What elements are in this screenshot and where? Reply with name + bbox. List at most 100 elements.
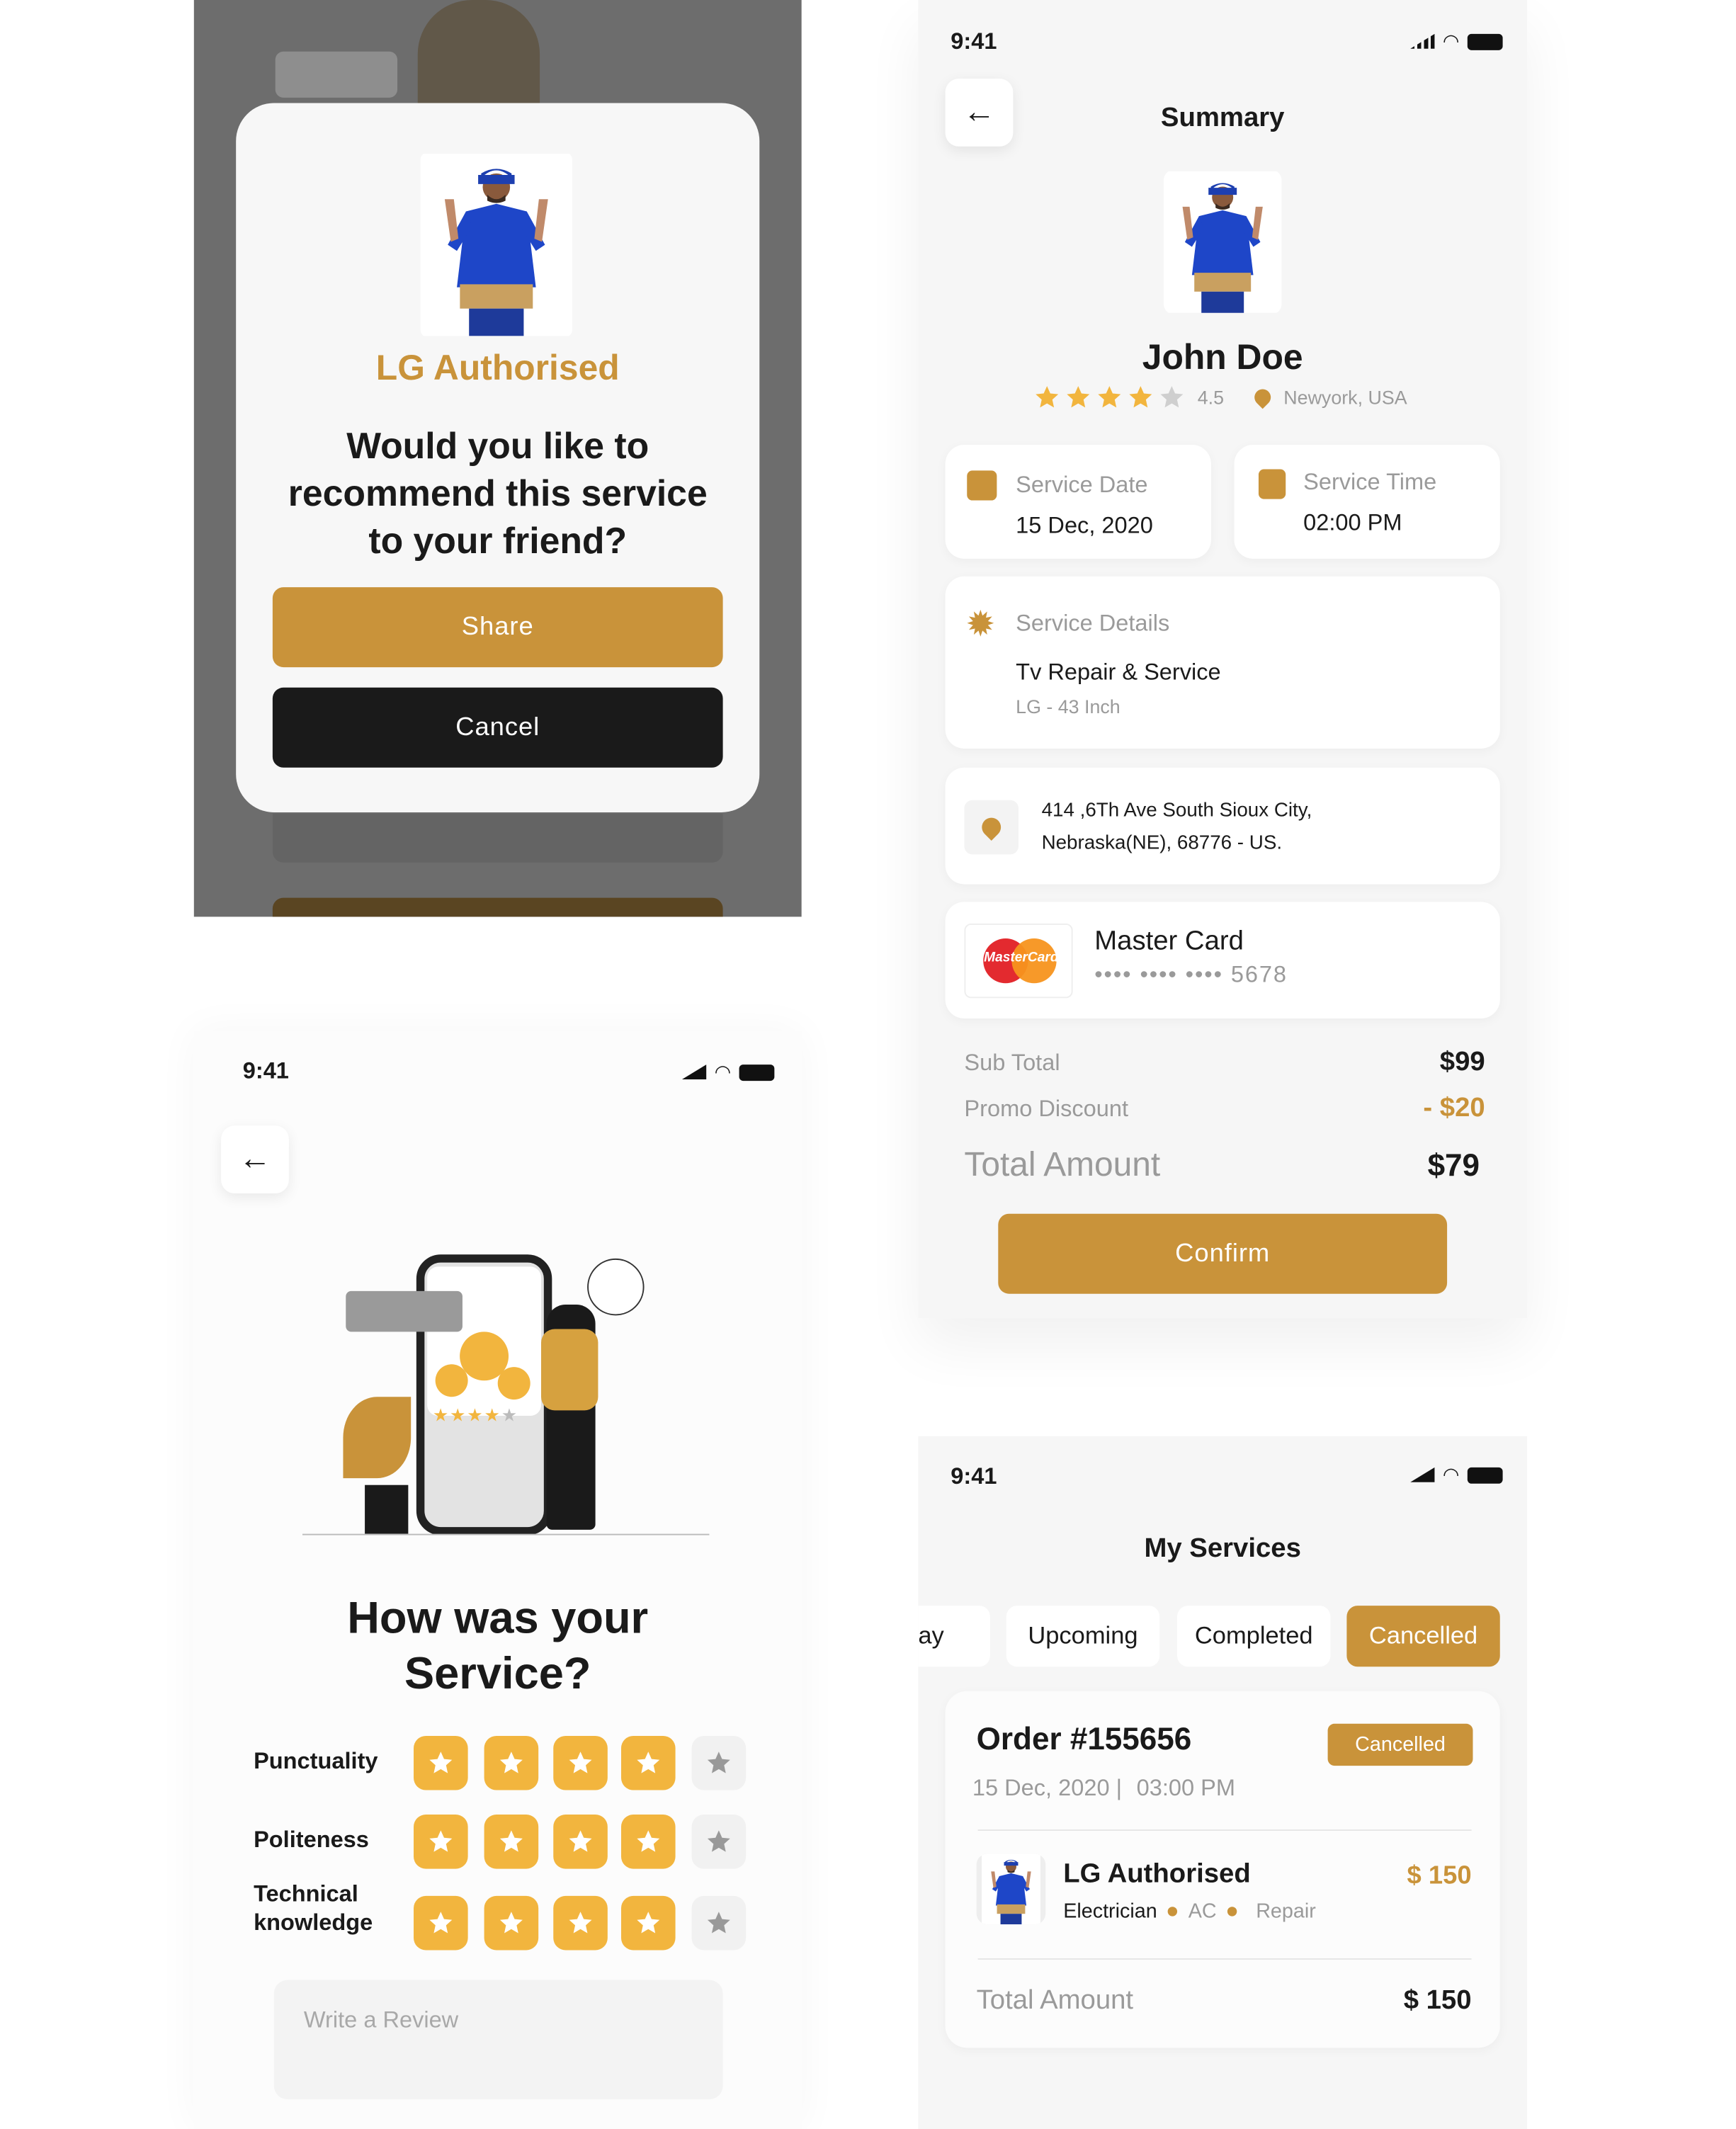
payment-card[interactable]: MasterCard Master Card •••• •••• •••• 56… (945, 902, 1500, 1019)
star-icon (427, 1909, 454, 1936)
recommend-modal: LG Authorised Would you like to recommen… (236, 103, 760, 812)
star-icon (705, 1749, 732, 1776)
rating-row: 4.5 Newyork, USA (1033, 384, 1407, 411)
promo-discount: - $20 (1423, 1093, 1485, 1123)
signal-icon (1409, 33, 1435, 49)
gear-icon: ✹ (965, 603, 996, 645)
recommend-screen: LG Authorised Would you like to recommen… (193, 0, 802, 917)
rating-star-button[interactable] (691, 1815, 747, 1869)
star-icon (427, 1749, 454, 1776)
total-amount: $79 (1427, 1147, 1480, 1183)
star-icon (1096, 384, 1123, 411)
rating-star-button[interactable] (553, 1895, 608, 1951)
rating-star-button[interactable] (691, 1735, 747, 1790)
rating-star-button[interactable] (484, 1895, 539, 1951)
card-number: •••• •••• •••• 5678 (1094, 961, 1288, 987)
provider-name: John Doe (1142, 336, 1303, 377)
location-pin-icon (1252, 385, 1275, 409)
review-input[interactable]: Write a Review (273, 1980, 723, 2100)
cancel-button[interactable]: Cancel (272, 687, 723, 768)
background-strip (272, 813, 723, 863)
order-card[interactable]: Order #155656 Cancelled 15 Dec, 2020 | 0… (945, 1691, 1500, 2048)
background-illustration (275, 51, 398, 98)
star-icon (635, 1749, 662, 1776)
rating-star-button[interactable] (484, 1815, 539, 1869)
rating-star-button[interactable] (484, 1735, 539, 1790)
address-card: 414 ,6Th Ave South Sioux City, Nebraska(… (945, 767, 1500, 885)
rating-star-button[interactable] (691, 1895, 747, 1951)
status-icons: ◠ (1409, 30, 1503, 53)
criterion-label: Technical knowledge (254, 1880, 373, 1936)
tab-completed[interactable]: Completed (1177, 1606, 1331, 1667)
status-icons: ◠ (1409, 1463, 1503, 1487)
recommend-question: Would you like to recommend this service… (288, 426, 708, 562)
tab-today[interactable]: ay (918, 1606, 990, 1667)
status-time: 9:41 (951, 1463, 997, 1489)
promo-label: Promo Discount (964, 1096, 1128, 1122)
order-price: $ 150 (1407, 1862, 1472, 1891)
wifi-icon: ◠ (714, 1060, 732, 1083)
total-label: Total Amount (976, 1985, 1134, 2016)
star-icon (635, 1828, 662, 1855)
star-icon (567, 1828, 594, 1855)
rating-star-button[interactable] (620, 1735, 676, 1790)
service-details-card: ✹ Service Details Tv Repair & Service LG… (945, 576, 1500, 749)
rating-star-button[interactable] (553, 1815, 608, 1869)
feedback-illustration: ★★★★★ (302, 1248, 710, 1540)
total-label: Total Amount (964, 1146, 1161, 1184)
rating-star-button[interactable] (553, 1735, 608, 1790)
sub-total-label: Sub Total (964, 1050, 1060, 1076)
rating-star-button[interactable] (620, 1895, 676, 1951)
star-icon (705, 1909, 732, 1936)
mastercard-logo: MasterCard (964, 923, 1073, 999)
total-amount: $ 150 (1403, 1985, 1472, 2016)
star-icon (1033, 384, 1060, 411)
location-icon-box (964, 800, 1019, 855)
provider-photo (1164, 169, 1282, 314)
service-time-card: Service Time 02:00 PM (1234, 445, 1500, 559)
location-pin-icon (977, 814, 1005, 841)
rating-star-button[interactable] (620, 1815, 676, 1869)
star-icon (498, 1749, 525, 1776)
divider (977, 1829, 1472, 1831)
star-icon (1065, 384, 1091, 411)
star-icon (635, 1909, 662, 1936)
review-placeholder: Write a Review (303, 2006, 459, 2033)
service-time-label: Service Time (1303, 469, 1437, 495)
feedback-screen: 9:41 ◠ ← ★★★★★ How was your Service? Pun… (193, 1031, 802, 2129)
battery-icon (1467, 33, 1503, 50)
share-button[interactable]: Share (272, 587, 723, 668)
arrow-left-icon: ← (239, 1140, 271, 1178)
summary-screen: 9:41 ◠ ← Summary John Doe 4.5 Newyork, U… (918, 0, 1528, 1319)
feedback-title: How was your Service? (347, 1591, 649, 1698)
star-icon (427, 1828, 454, 1855)
dot-icon (1227, 1907, 1237, 1917)
tab-upcoming[interactable]: Upcoming (1006, 1606, 1160, 1667)
location: Newyork, USA (1283, 386, 1407, 409)
star-icon (567, 1909, 594, 1936)
order-status-badge: Cancelled (1327, 1723, 1473, 1766)
provider-name: LG Authorised (1063, 1859, 1251, 1890)
star-icon (498, 1828, 525, 1855)
battery-icon (739, 1064, 775, 1081)
dot-icon (1168, 1907, 1178, 1917)
rating-value: 4.5 (1197, 386, 1225, 409)
battery-icon (1467, 1466, 1503, 1483)
confirm-button[interactable]: Confirm (998, 1213, 1448, 1294)
back-button[interactable]: ← (221, 1125, 289, 1194)
service-time: 02:00 PM (1303, 509, 1402, 536)
sub-total: $99 (1439, 1047, 1485, 1077)
star-icon (705, 1828, 732, 1855)
background-button (272, 897, 723, 917)
rating-star-button[interactable] (414, 1735, 468, 1790)
rating-star-button[interactable] (414, 1895, 468, 1951)
provider-brand: LG Authorised (375, 347, 620, 388)
service-date: 15 Dec, 2020 (1016, 512, 1153, 539)
card-name: Master Card (1094, 926, 1244, 956)
address: 414 ,6Th Ave South Sioux City, Nebraska(… (1041, 800, 1312, 855)
rating-star-button[interactable] (414, 1815, 468, 1869)
order-number: Order #155656 (976, 1720, 1192, 1756)
criterion-label: Politeness (254, 1827, 369, 1853)
calendar-icon (967, 470, 997, 501)
tab-cancelled[interactable]: Cancelled (1346, 1606, 1500, 1667)
